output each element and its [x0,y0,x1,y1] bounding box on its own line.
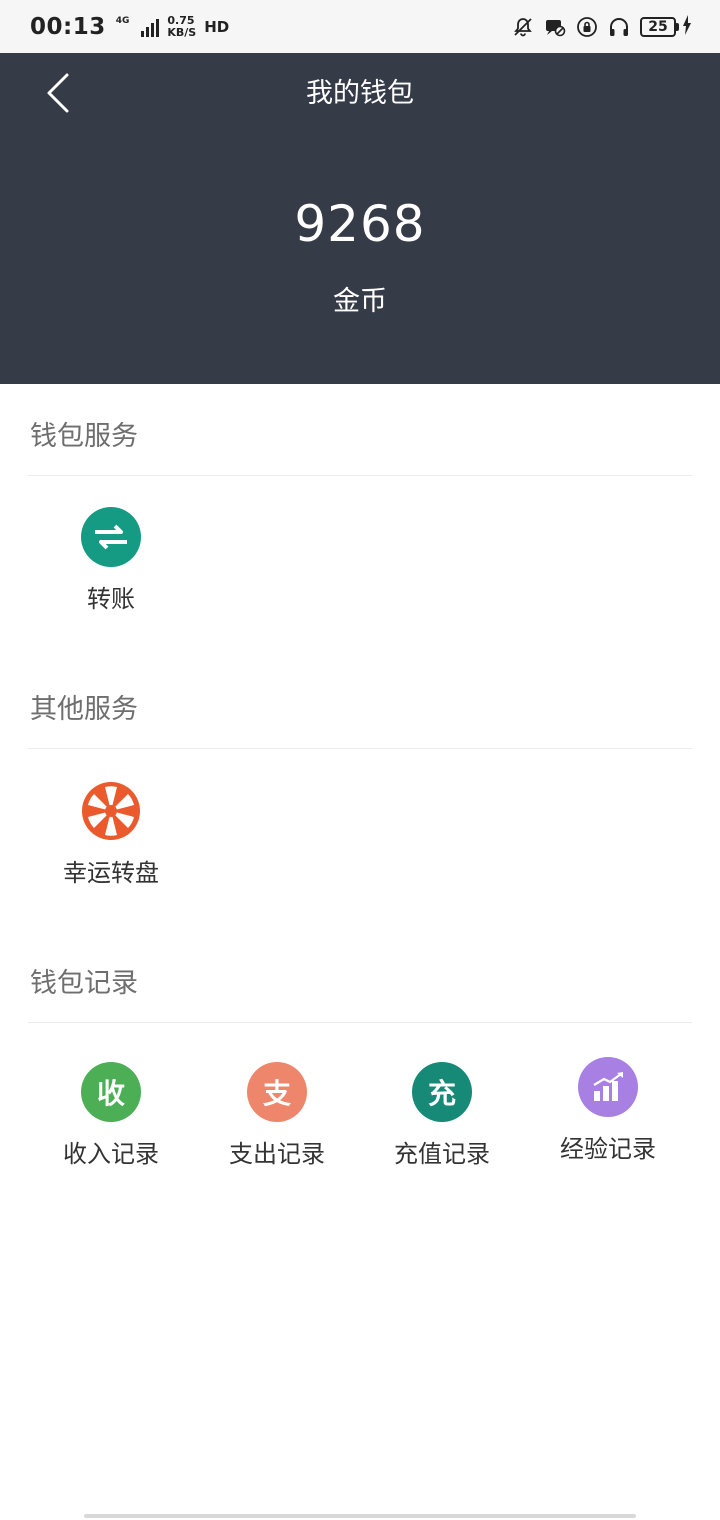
expense-records-button[interactable]: 支 支出记录 [207,1062,347,1169]
recharge-glyph: 充 [427,1077,456,1110]
coin-unit-label: 金币 [333,286,387,317]
experience-records-button[interactable]: 经验记录 [538,1057,678,1164]
status-left: 00:13 4G 0.75 KB/S HD [30,14,229,40]
recharge-records-button[interactable]: 充 充值记录 [372,1062,512,1169]
hd-indicator: HD [204,17,230,36]
network-type: 4G [115,15,130,26]
chart-icon [578,1057,638,1117]
income-records-label: 收入记录 [63,1140,159,1168]
battery-level: 25 [640,16,676,37]
section-title-wallet-records: 钱包记录 [30,968,138,999]
speed-value: 0.75 [167,13,195,27]
section-title-other-services: 其他服务 [30,694,138,725]
battery-cap [676,22,679,31]
income-icon: 收 [81,1062,141,1122]
wallet-header: 我的钱包 9268 金币 [0,53,720,384]
lucky-wheel-label: 幸运转盘 [63,859,159,887]
network-speed: 0.75 KB/S [167,13,197,39]
section-divider [28,748,692,749]
expense-glyph: 支 [262,1077,291,1110]
status-right: 25 [512,14,692,39]
recharge-records-label: 充值记录 [394,1140,490,1168]
message-blocked-icon [544,16,566,38]
lucky-wheel-button[interactable]: 幸运转盘 [41,781,181,888]
expense-records-label: 支出记录 [229,1140,325,1168]
section-divider [28,475,692,476]
wheel-icon [81,781,141,841]
bell-off-icon [512,16,534,38]
transfer-icon [81,507,141,567]
section-divider [28,1022,692,1023]
headphones-icon [608,16,630,38]
rotation-lock-icon [576,16,598,38]
section-title-wallet-services: 钱包服务 [30,421,138,452]
income-glyph: 收 [96,1077,125,1110]
charging-icon [682,14,692,39]
income-records-button[interactable]: 收 收入记录 [41,1062,181,1169]
page-title: 我的钱包 [306,78,414,109]
signal-icon [141,17,160,37]
status-time: 00:13 [30,13,106,40]
expense-icon: 支 [247,1062,307,1122]
recharge-icon: 充 [412,1062,472,1122]
transfer-label: 转账 [87,585,135,613]
coin-balance: 9268 [294,195,426,253]
transfer-button[interactable]: 转账 [41,507,181,614]
gesture-bar [84,1514,636,1518]
speed-unit: KB/S [167,25,197,39]
battery-icon: 25 [640,14,692,39]
status-bar: 00:13 4G 0.75 KB/S HD 25 [0,0,720,53]
experience-records-label: 经验记录 [560,1135,656,1163]
